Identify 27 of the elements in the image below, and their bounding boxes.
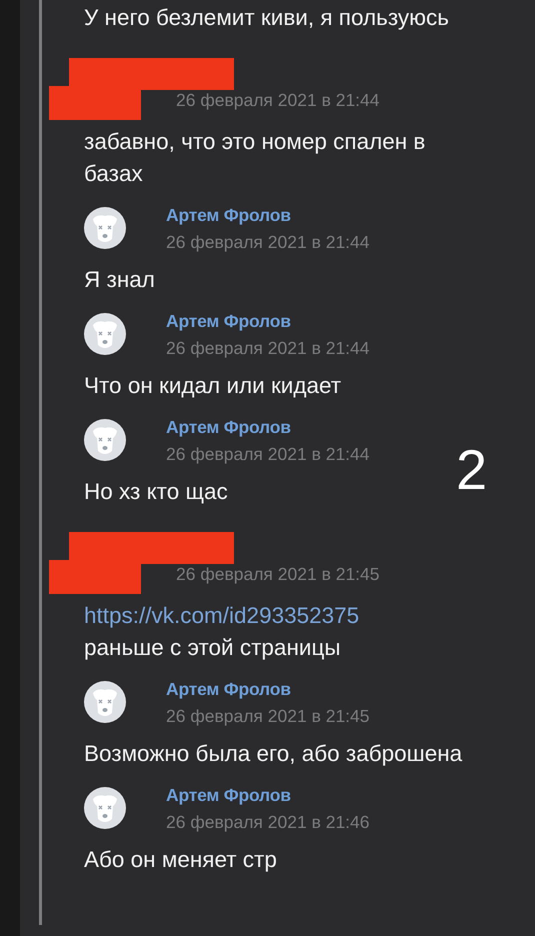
message-date: 26 февраля 2021 в 21:46: [166, 812, 370, 833]
author-name[interactable]: Артем Фролов: [166, 679, 370, 700]
annotation-number: 2: [456, 440, 488, 500]
message-date: 26 февраля 2021 в 21:45: [166, 706, 370, 727]
dog-avatar-icon: [84, 313, 126, 355]
author-name[interactable]: Артем Фролов: [166, 417, 370, 438]
dog-avatar-icon: [84, 207, 126, 249]
profile-link[interactable]: https://vk.com/id293352375: [84, 600, 535, 632]
message-date: 26 февраля 2021 в 21:44: [166, 232, 370, 253]
message-text: забавно, что это номер спален в базах: [84, 128, 426, 188]
message-text: Я знал: [84, 266, 156, 294]
dog-avatar-icon: [84, 787, 126, 829]
message-date: 26 февраля 2021 в 21:44: [166, 444, 370, 465]
message-text: раньше с этой страницы: [84, 634, 342, 662]
message-date: 26 февраля 2021 в 21:44: [166, 338, 370, 359]
message-text: Что он кидал или кидает: [84, 372, 342, 400]
message-text: У него безлемит киви, я пользуюсь: [84, 4, 450, 32]
author-name[interactable]: Артем Фролов: [166, 311, 370, 332]
message-text: Но хз кто щас: [84, 478, 229, 506]
dog-avatar-icon: [84, 681, 126, 723]
message-date: 26 февраля 2021 в 21:45: [176, 564, 380, 585]
message-text: Або он меняет стр: [84, 846, 278, 874]
message-text: Возможно была его, або заброшена: [84, 740, 464, 768]
dog-avatar-icon: [84, 419, 126, 461]
author-name[interactable]: Артем Фролов: [166, 785, 370, 806]
author-name[interactable]: Артем Фролов: [166, 205, 370, 226]
message-date: 26 февраля 2021 в 21:44: [176, 90, 380, 111]
